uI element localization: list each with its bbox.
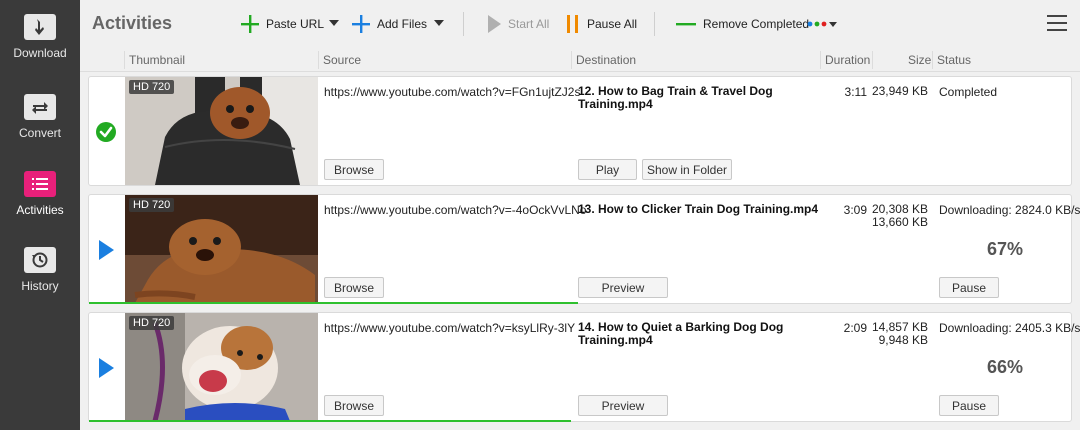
- pause-icon: [567, 15, 578, 33]
- thumbnail: HD 720: [125, 77, 318, 185]
- column-divider: [571, 51, 572, 69]
- duration: 3:09: [843, 203, 867, 217]
- sidebar: Download Convert Activities History: [0, 0, 80, 430]
- file-size: 20,308 KB 13,660 KB: [871, 203, 928, 229]
- page-title: Activities: [92, 13, 173, 33]
- column-thumbnail[interactable]: Thumbnail: [129, 53, 185, 69]
- file-size: 14,857 KB 9,948 KB: [871, 321, 928, 347]
- sidebar-item-activities[interactable]: Activities: [0, 157, 80, 227]
- sidebar-item-label: Activities: [16, 203, 64, 217]
- source-url: https://www.youtube.com/watch?v=FGn1ujtZ…: [324, 85, 581, 99]
- progress-percent: 67%: [986, 239, 1024, 259]
- column-divider: [124, 51, 125, 69]
- hamburger-icon: [1047, 15, 1067, 31]
- browse-button[interactable]: Browse: [324, 395, 384, 416]
- browse-button[interactable]: Browse: [324, 159, 384, 180]
- size-done: 9,948 KB: [878, 333, 928, 347]
- toolbar-divider: [463, 12, 464, 36]
- thumbnail: HD 720: [125, 313, 318, 421]
- paste-url-label: Paste URL: [266, 17, 325, 31]
- minus-icon: [676, 23, 696, 26]
- column-destination[interactable]: Destination: [576, 53, 636, 69]
- paste-url-button[interactable]: Paste URL: [240, 12, 324, 36]
- preview-button[interactable]: Preview: [578, 395, 668, 416]
- color-filter-dropdown[interactable]: [806, 12, 842, 36]
- play-icon[interactable]: [95, 239, 117, 261]
- column-divider: [318, 51, 319, 69]
- sidebar-item-label: Download: [13, 46, 67, 60]
- column-divider: [932, 51, 933, 69]
- play-icon: [488, 15, 501, 33]
- activities-icon: [24, 171, 56, 197]
- thumbnail: HD 720: [125, 195, 318, 303]
- table-row[interactable]: HD 720 https://www.youtube.com/watch?v=-…: [88, 194, 1080, 304]
- source-url: https://www.youtube.com/watch?v=-4oOckVv…: [324, 203, 587, 217]
- menu-button[interactable]: [1046, 13, 1068, 35]
- add-files-dropdown[interactable]: [432, 16, 446, 30]
- toolbar-divider: [654, 12, 655, 36]
- start-all-button[interactable]: Start All: [486, 12, 549, 36]
- sidebar-item-label: History: [21, 279, 59, 293]
- sidebar-item-download[interactable]: Download: [0, 0, 80, 70]
- remove-completed-button[interactable]: Remove Completed: [675, 12, 809, 36]
- plus-icon: [241, 15, 259, 33]
- show-in-folder-button[interactable]: Show in Folder: [642, 159, 732, 180]
- plus-icon: [352, 15, 370, 33]
- chevron-down-icon: [434, 20, 444, 26]
- size-done: 13,660 KB: [871, 215, 928, 229]
- table-row[interactable]: HD 720 https://www.youtube.com/watch?v=k…: [88, 312, 1080, 422]
- preview-button[interactable]: Preview: [578, 277, 668, 298]
- column-source[interactable]: Source: [323, 53, 361, 69]
- status-text: Completed: [939, 85, 998, 99]
- add-files-button[interactable]: Add Files: [351, 12, 427, 36]
- play-button[interactable]: Play: [578, 159, 637, 180]
- column-header: Thumbnail Source Destination Duration Si…: [80, 48, 1080, 72]
- column-duration[interactable]: Duration: [825, 53, 870, 69]
- toolbar: Activities Paste URL Add Files Start All…: [80, 0, 1080, 48]
- quality-badge: HD 720: [129, 316, 175, 330]
- browse-button[interactable]: Browse: [324, 277, 384, 298]
- column-size[interactable]: Size: [908, 53, 931, 69]
- check-icon: [95, 121, 117, 143]
- pause-button[interactable]: Pause: [939, 395, 999, 416]
- destination-file: 13. How to Clicker Train Dog Training.mp…: [578, 202, 819, 216]
- status-text: Downloading: 2405.3 KB/s: [939, 321, 1080, 335]
- table-row[interactable]: HD 720 https://www.youtube.com/watch?v=F…: [88, 76, 1072, 186]
- play-icon[interactable]: [95, 357, 117, 379]
- size-total: 23,949 KB: [871, 84, 928, 98]
- add-files-label: Add Files: [377, 17, 428, 31]
- status-text: Downloading: 2824.0 KB/s: [939, 203, 1080, 217]
- start-all-label: Start All: [508, 17, 550, 31]
- pause-all-label: Pause All: [587, 17, 638, 31]
- file-size: 23,949 KB: [871, 85, 928, 98]
- sidebar-item-convert[interactable]: Convert: [0, 80, 80, 150]
- remove-completed-label: Remove Completed: [703, 17, 810, 31]
- color-dots-icon: [807, 21, 837, 27]
- sidebar-item-history[interactable]: History: [0, 233, 80, 303]
- chevron-down-icon: [329, 20, 339, 26]
- duration: 3:11: [844, 85, 867, 99]
- column-status[interactable]: Status: [937, 53, 971, 69]
- column-divider: [820, 51, 821, 69]
- progress-bar: [89, 302, 578, 304]
- source-url: https://www.youtube.com/watch?v=ksyLlRy-…: [324, 321, 576, 335]
- progress-percent: 66%: [986, 357, 1024, 377]
- destination-file: 12. How to Bag Train & Travel Dog Traini…: [578, 84, 773, 111]
- convert-icon: [24, 94, 56, 120]
- download-icon: [24, 14, 56, 40]
- pause-button[interactable]: Pause: [939, 277, 999, 298]
- duration: 2:09: [843, 321, 867, 335]
- pause-all-button[interactable]: Pause All: [565, 12, 637, 36]
- quality-badge: HD 720: [129, 198, 175, 212]
- column-divider: [872, 51, 873, 69]
- progress-bar: [89, 420, 571, 422]
- history-icon: [24, 247, 56, 273]
- destination-file: 14. How to Quiet a Barking Dog Dog Train…: [578, 320, 784, 347]
- sidebar-item-label: Convert: [18, 126, 62, 140]
- quality-badge: HD 720: [129, 80, 175, 94]
- paste-url-dropdown[interactable]: [327, 16, 341, 30]
